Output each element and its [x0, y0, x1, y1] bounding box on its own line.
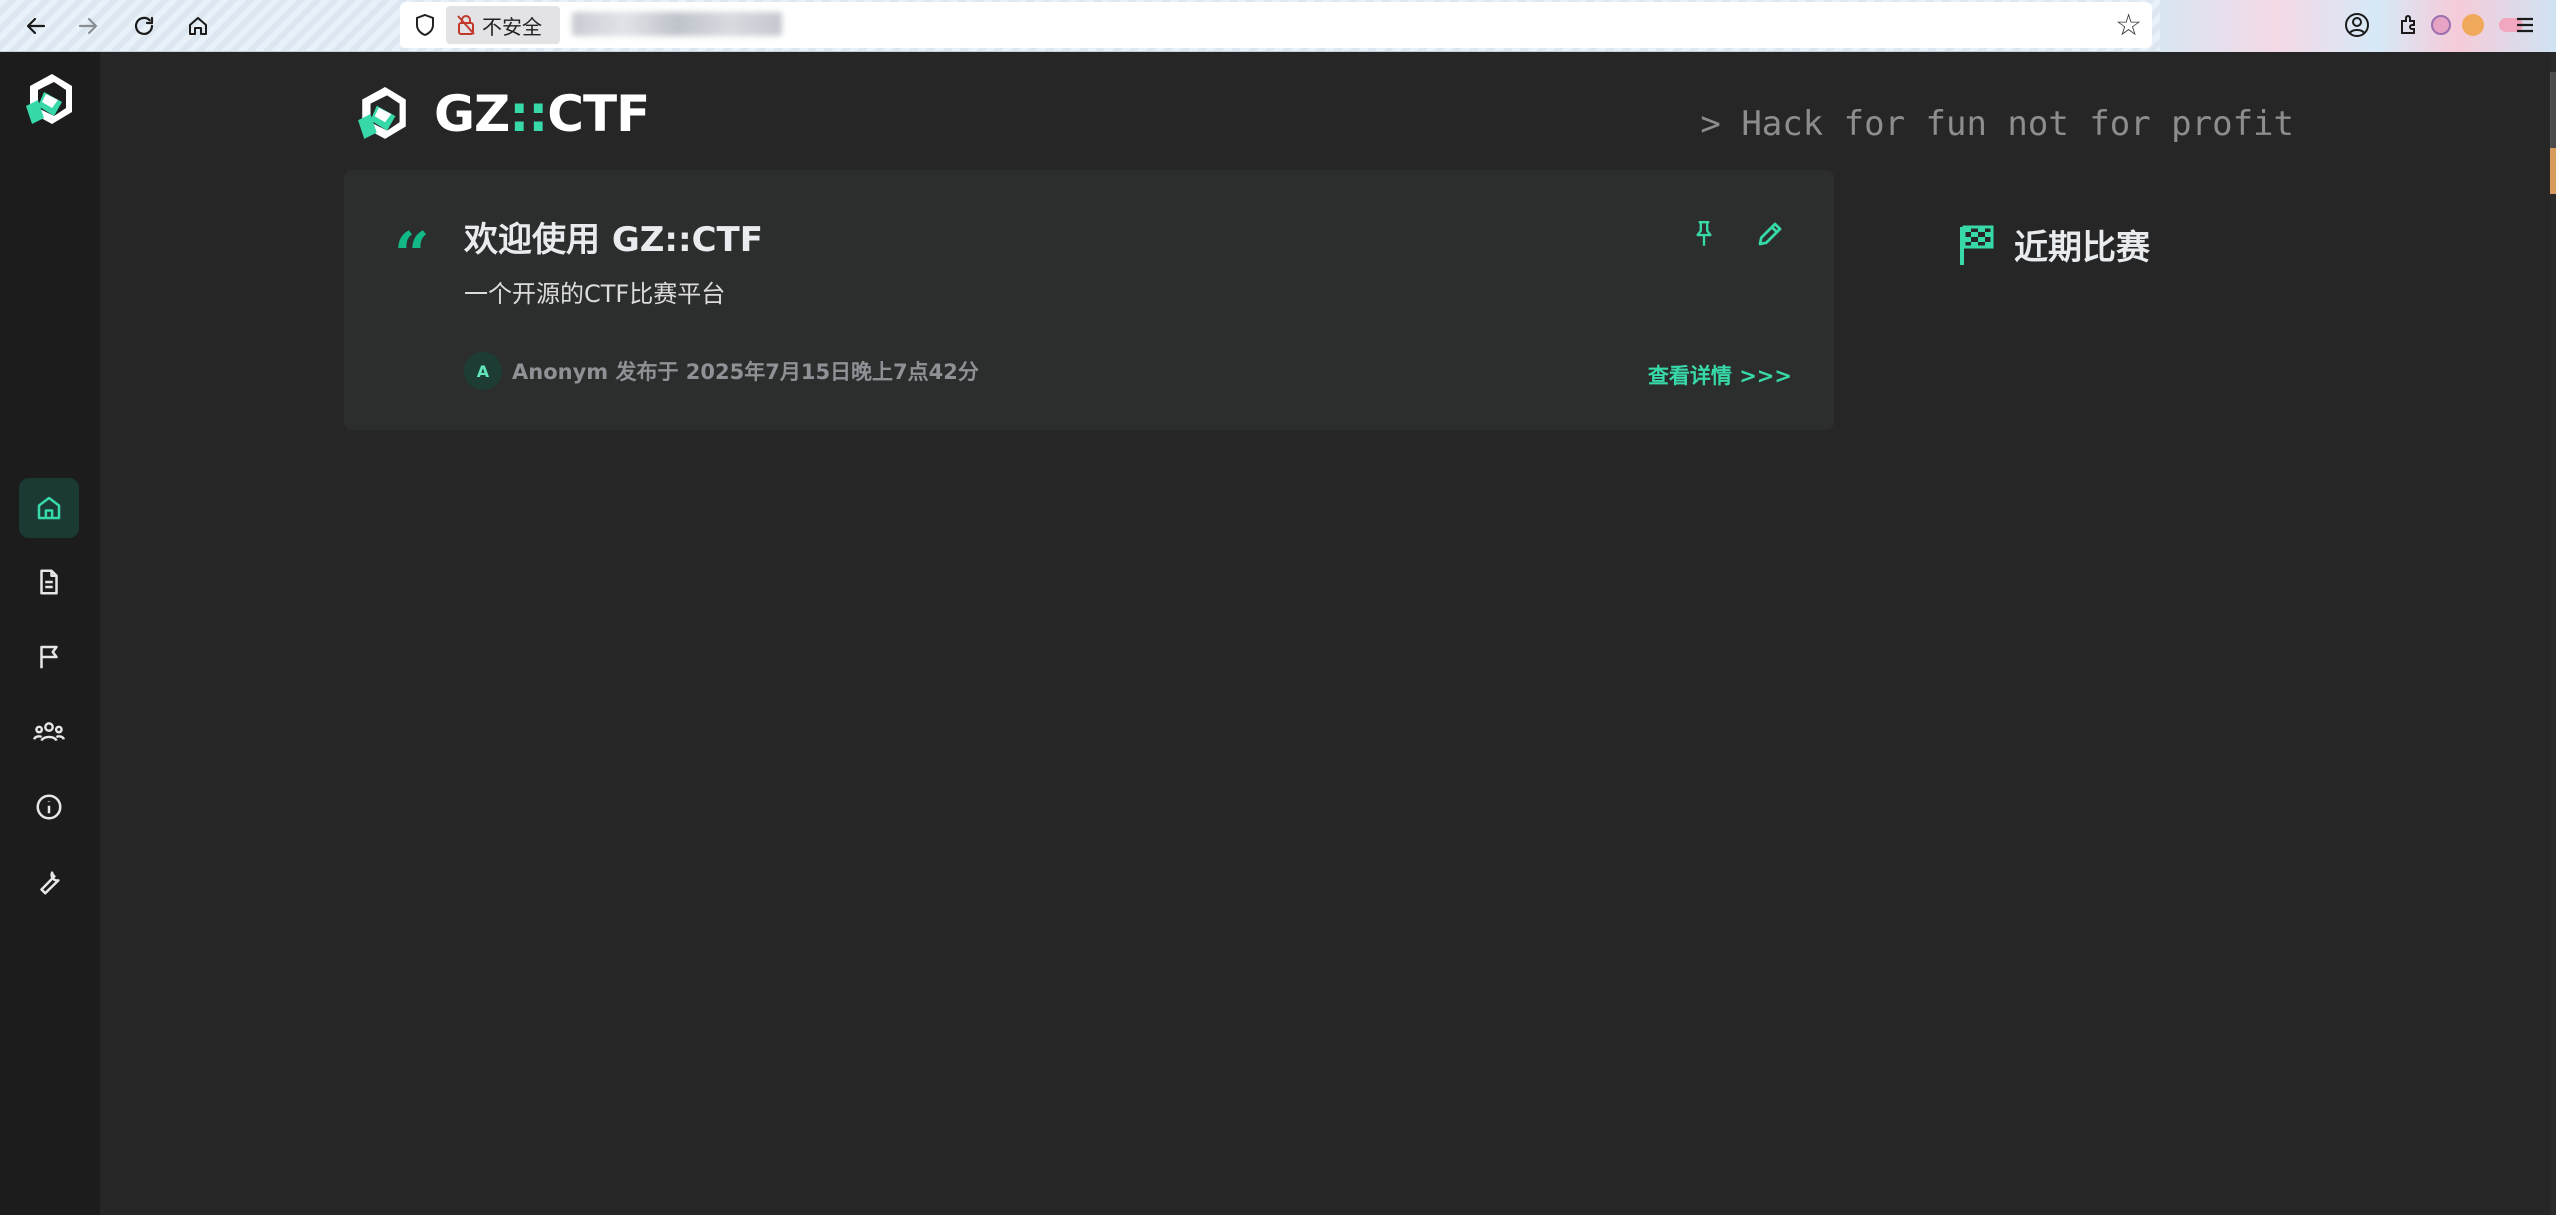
pencil-icon [1758, 222, 1782, 246]
sidebar-item-posts[interactable] [19, 552, 79, 612]
gzctf-logo-icon [358, 87, 406, 139]
home-icon [189, 17, 207, 35]
pin-icon [1696, 221, 1712, 246]
forward-button[interactable] [68, 6, 108, 46]
url-text-redacted [572, 12, 782, 36]
flag-icon [40, 645, 58, 669]
sidebar-item-home[interactable] [19, 478, 79, 538]
notice-meta: A Anonym 发布于 2025年7月15日晚上7点42分 [464, 352, 979, 390]
scrollbar-marker [2550, 148, 2556, 194]
pin-button[interactable] [1682, 212, 1726, 256]
tracking-shield-icon[interactable] [412, 11, 438, 39]
extension-avatar-icon[interactable] [2456, 8, 2490, 42]
avatar: A [464, 352, 502, 390]
security-indicator[interactable]: 不安全 [446, 6, 560, 44]
back-button[interactable] [16, 6, 56, 46]
extensions-icon[interactable] [2392, 8, 2426, 42]
notice-body: 一个开源的CTF比赛平台 [464, 280, 726, 308]
slogan: > Hack for fun not for profit [1700, 104, 2294, 144]
notice-card: “ 欢迎使用 GZ::CTF 一个开源的CTF比赛平台 A Anonym 发布于… [344, 170, 1834, 430]
sidebar-item-admin[interactable] [19, 852, 79, 912]
sidebar [0, 52, 100, 1215]
sidebar-item-games[interactable] [19, 627, 79, 687]
home-button[interactable] [178, 6, 218, 46]
address-bar[interactable]: 不安全 ☆ [400, 2, 2152, 48]
browser-toolbar: 不安全 ☆ [0, 0, 2556, 52]
home-icon [37, 496, 61, 520]
gzctf-logo[interactable] [24, 72, 78, 128]
recent-games-header: 近期比赛 [1956, 220, 2150, 269]
wrench-icon [40, 871, 60, 895]
sidebar-item-about[interactable] [19, 777, 79, 837]
document-icon [40, 569, 58, 595]
checkered-flag-icon [1960, 225, 1994, 265]
recent-games-title: 近期比赛 [2014, 228, 2150, 268]
sidebar-item-teams[interactable] [19, 702, 79, 762]
brand-title: GZ::CTF [434, 85, 650, 143]
quote-icon: “ [394, 218, 430, 291]
notice-author-date: Anonym 发布于 2025年7月15日晚上7点42分 [512, 360, 979, 384]
info-icon [36, 794, 62, 820]
users-icon [33, 722, 65, 742]
menu-icon[interactable] [2508, 8, 2542, 42]
insecure-lock-icon [457, 15, 475, 35]
reload-button[interactable] [124, 6, 164, 46]
edit-button[interactable] [1748, 212, 1792, 256]
page-scrollbar[interactable] [2550, 52, 2556, 1215]
extension-badge-icon[interactable] [2424, 8, 2458, 42]
account-icon[interactable] [2340, 8, 2374, 42]
bookmark-star-icon[interactable]: ☆ [2115, 8, 2142, 43]
view-details-link[interactable]: 查看详情 >>> [1648, 360, 1792, 390]
arrow-left-icon [26, 17, 46, 35]
reload-icon [134, 16, 154, 35]
notice-title: 欢迎使用 GZ::CTF [464, 220, 763, 260]
arrow-right-icon [78, 17, 98, 35]
brand-header: GZ::CTF [356, 82, 650, 146]
security-label: 不安全 [482, 14, 542, 39]
